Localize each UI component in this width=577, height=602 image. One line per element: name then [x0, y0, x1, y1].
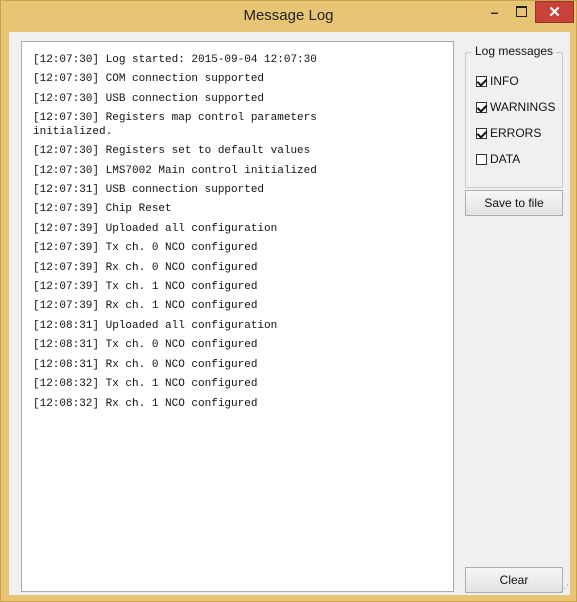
title-bar[interactable]: Message Log – ✕ — [1, 1, 576, 32]
data-checkbox[interactable]: DATA — [476, 151, 520, 167]
maximize-icon — [516, 6, 527, 17]
client-area: [12:07:30] Log started: 2015-09-04 12:07… — [9, 32, 570, 595]
log-line: [12:08:31] Uploaded all configuration — [33, 319, 278, 332]
log-line: [12:07:30] Registers map control paramet… — [33, 112, 317, 139]
log-line: [12:07:39] Rx ch. 1 NCO configured — [33, 300, 258, 313]
message-log-window: Message Log – ✕ [12:07:30] Log started: … — [0, 0, 577, 602]
log-line: [12:07:39] Rx ch. 0 NCO configured — [33, 261, 258, 274]
log-line: [12:07:31] USB connection supported — [33, 184, 265, 197]
maximize-button[interactable] — [508, 1, 535, 22]
info-checkbox-label: INFO — [490, 74, 519, 88]
data-checkbox-box[interactable] — [476, 153, 487, 165]
warnings-checkbox-label: WARNINGS — [490, 100, 556, 114]
log-line: [12:07:39] Uploaded all configuration — [33, 222, 278, 235]
warnings-checkbox[interactable]: WARNINGS — [476, 99, 556, 115]
log-line: [12:08:31] Rx ch. 0 NCO configured — [33, 358, 258, 371]
log-line: [12:07:30] LMS7002 Main control initiali… — [33, 164, 317, 177]
log-line: [12:07:39] Chip Reset — [33, 203, 172, 216]
resize-grip-icon[interactable]: ⋰ — [560, 583, 569, 594]
errors-checkbox-label: ERRORS — [490, 126, 542, 140]
data-checkbox-label: DATA — [490, 152, 521, 166]
log-line: [12:07:39] Tx ch. 0 NCO configured — [33, 242, 258, 255]
save-to-file-button[interactable]: Save to file — [465, 190, 563, 216]
info-checkbox[interactable]: INFO — [476, 73, 519, 89]
warnings-checkbox-box[interactable] — [476, 101, 487, 113]
log-text-area[interactable]: [12:07:30] Log started: 2015-09-04 12:07… — [21, 41, 454, 592]
close-button[interactable]: ✕ — [535, 1, 574, 23]
log-line: [12:07:30] Log started: 2015-09-04 12:07… — [33, 54, 317, 66]
info-checkbox-box[interactable] — [476, 75, 487, 87]
log-line: [12:08:32] Rx ch. 1 NCO configured — [33, 397, 258, 410]
errors-checkbox-box[interactable] — [476, 127, 487, 139]
log-line: [12:07:30] COM connection supported — [33, 73, 265, 86]
log-line: [12:07:30] USB connection supported — [33, 92, 265, 105]
log-line: [12:07:30] Registers set to default valu… — [33, 145, 311, 158]
log-line: [12:08:31] Tx ch. 0 NCO configured — [33, 339, 258, 352]
log-line: [12:07:39] Tx ch. 1 NCO configured — [33, 281, 258, 294]
log-line: [12:08:32] Tx ch. 1 NCO configured — [33, 378, 258, 391]
errors-checkbox[interactable]: ERRORS — [476, 125, 541, 141]
clear-button[interactable]: Clear — [465, 567, 563, 593]
minimize-button[interactable]: – — [481, 1, 508, 22]
log-messages-group-title: Log messages — [472, 44, 557, 58]
